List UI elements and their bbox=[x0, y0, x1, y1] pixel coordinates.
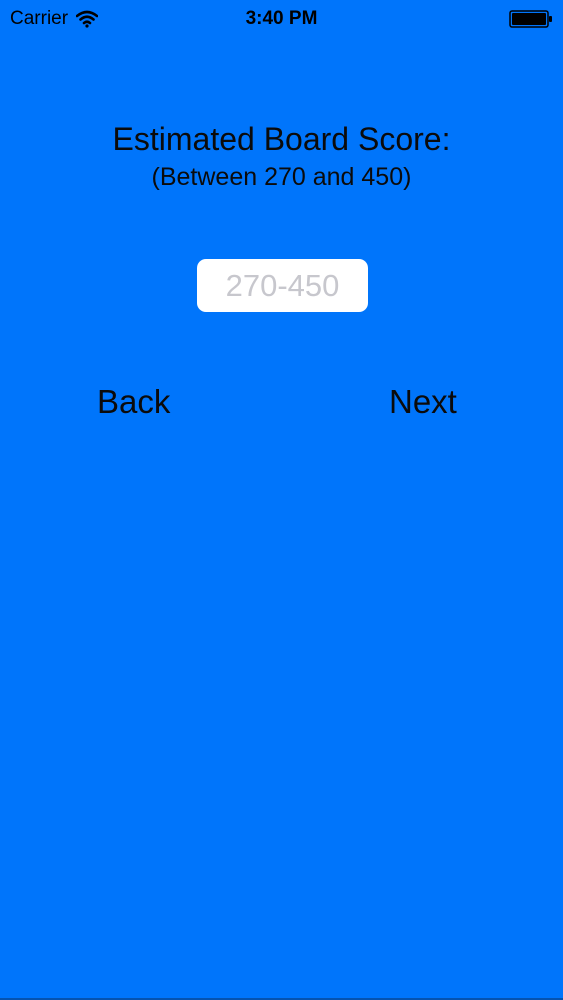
board-score-screen: Carrier 3:40 PM Estimated Board Score: (… bbox=[0, 0, 563, 1000]
back-button[interactable]: Back bbox=[97, 380, 170, 424]
page-title: Estimated Board Score: bbox=[112, 121, 451, 157]
score-range-hint: (Between 270 and 450) bbox=[151, 163, 412, 191]
next-button[interactable]: Next bbox=[389, 380, 457, 424]
battery-full-icon bbox=[509, 10, 553, 28]
board-score-input[interactable] bbox=[197, 259, 368, 312]
status-bar: Carrier 3:40 PM bbox=[0, 0, 563, 40]
status-time: 3:40 PM bbox=[245, 8, 318, 29]
